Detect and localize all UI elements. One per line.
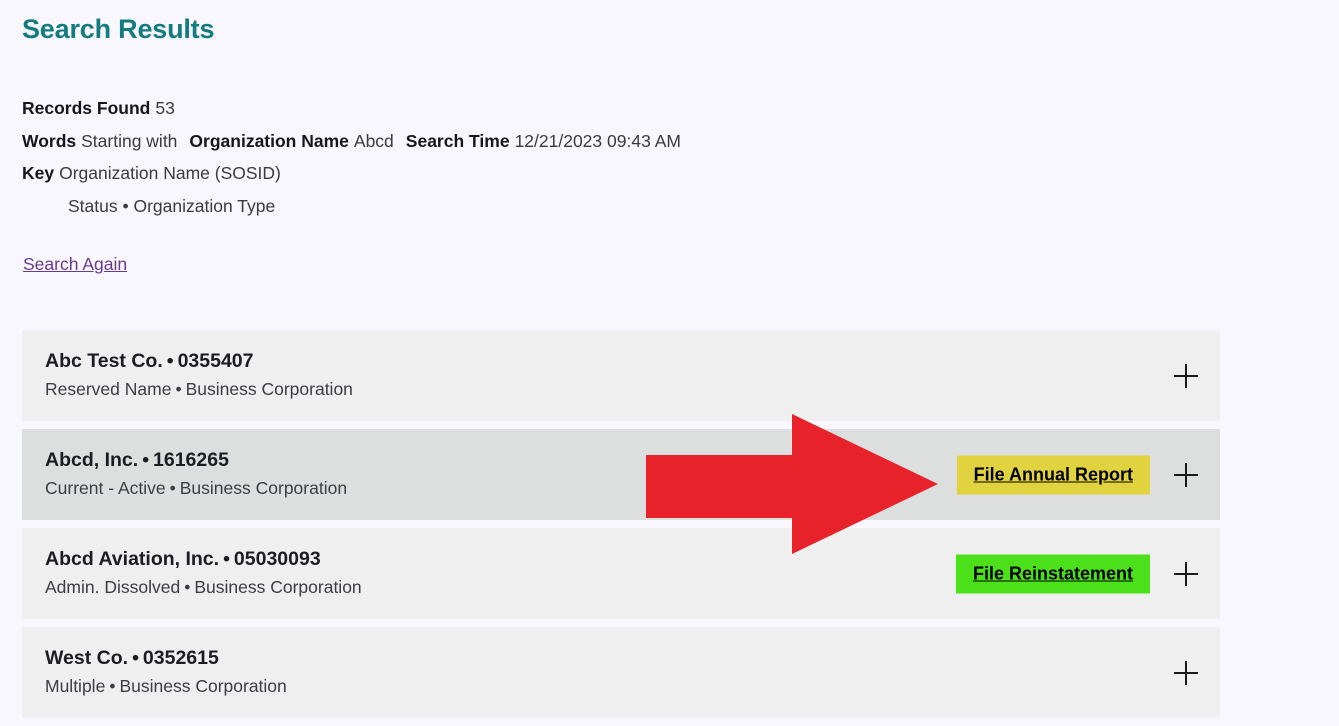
words-value: Starting with [81,130,178,151]
result-subtitle: Multiple • Business Corporation [45,676,287,696]
result-title: Abcd, Inc. • 1616265 [45,449,347,471]
table-row[interactable]: Abcd Aviation, Inc. • 05030093 Admin. Diss… [22,528,1220,619]
result-title: West Co. • 0352615 [45,647,287,669]
result-name: West Co. [45,647,129,669]
result-subtitle: Reserved Name • Business Corporation [45,379,353,399]
organization-name-label: Organization Name [189,130,349,151]
bullet-separator: • [109,676,116,697]
result-text: Abcd, Inc. • 1616265 Current - Active • Busi… [45,449,347,499]
records-found-label: Records Found [22,98,151,118]
organization-name-value: Abcd [353,130,394,151]
bullet-separator: • [184,577,191,598]
key-value: Organization Name (SOSID) [59,163,281,183]
result-subtitle: Current - Active • Business Corporation [45,478,347,498]
search-summary: Records Found 53 Words Starting with Organi… [22,98,1122,230]
expand-plus-icon[interactable] [1174,462,1198,487]
page-title: Search Results [22,14,215,44]
words-label: Words [22,130,77,151]
records-found-line: Records Found 53 [22,98,1122,118]
key-label: Key [22,163,55,183]
result-name: Abcd Aviation, Inc. [45,548,220,570]
result-type: Business Corporation [194,577,362,598]
result-type: Business Corporation [179,478,348,499]
result-status: Multiple [45,676,106,697]
result-status: Current - Active [45,478,166,499]
result-sosid: 0352615 [142,647,219,669]
result-type: Business Corporation [119,676,287,697]
result-status: Reserved Name [45,379,172,400]
key-value-line2: Status • Organization Type [68,195,276,216]
table-row[interactable]: Abc Test Co. • 0355407 Reserved Name • Busin… [22,330,1220,421]
key-line: Key Organization Name (SOSID) [22,163,1122,183]
expand-plus-icon[interactable] [1174,363,1198,388]
bullet-separator: • [142,449,150,471]
search-criteria-line: Words Starting with Organization Name Abcd S… [22,130,1122,151]
bullet-separator: • [175,379,182,400]
result-title: Abcd Aviation, Inc. • 05030093 [45,548,362,570]
search-again-link[interactable]: Search Again [23,255,127,274]
result-name: Abc Test Co. [45,350,163,372]
bullet-separator: • [223,548,230,570]
result-status: Admin. Dissolved [45,577,181,598]
expand-plus-icon[interactable] [1174,660,1198,685]
result-subtitle: Admin. Dissolved • Business Corporation [45,577,362,597]
file-reinstatement-button[interactable]: File Reinstatement [955,554,1150,593]
result-sosid: 1616265 [153,449,229,471]
bullet-separator: • [166,350,174,372]
result-text: West Co. • 0352615 Multiple • Business Corpo… [45,647,287,697]
search-time-value: 12/21/2023 09:43 AM [514,130,681,151]
expand-plus-icon[interactable] [1174,561,1198,586]
bullet-separator: • [169,478,176,499]
result-sosid: 05030093 [233,548,321,570]
records-found-value: 53 [155,98,175,118]
search-time-label: Search Time [405,130,510,151]
results-list: Abc Test Co. • 0355407 Reserved Name • Busin… [22,330,1220,726]
table-row[interactable]: Abcd, Inc. • 1616265 Current - Active • Busi… [22,429,1220,520]
result-name: Abcd, Inc. [45,449,139,471]
result-text: Abcd Aviation, Inc. • 05030093 Admin. Diss… [45,548,362,598]
result-sosid: 0355407 [177,350,254,372]
key-line-2: Status • Organization Type [22,195,1122,216]
file-annual-report-button[interactable]: File Annual Report [956,455,1150,494]
result-text: Abc Test Co. • 0355407 Reserved Name • Busin… [45,350,353,400]
bullet-separator: • [132,647,139,669]
result-type: Business Corporation [185,379,353,400]
result-title: Abc Test Co. • 0355407 [45,350,353,372]
table-row[interactable]: West Co. • 0352615 Multiple • Business Corpo… [22,627,1220,718]
